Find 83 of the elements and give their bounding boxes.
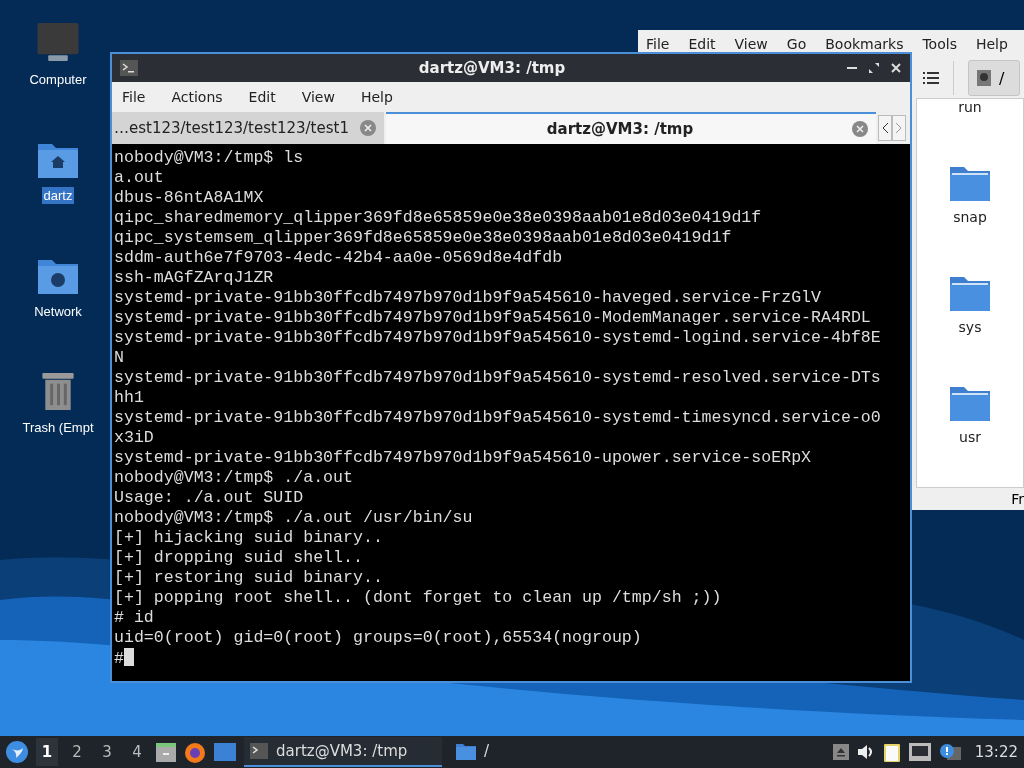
browser-icon[interactable]	[184, 741, 206, 763]
desktop-icon-label[interactable]: dartz	[41, 187, 75, 204]
workspace-button[interactable]: 3	[96, 738, 118, 766]
trash-icon[interactable]	[40, 370, 76, 411]
terminal-icon	[120, 60, 138, 76]
terminal-line: systemd-private-91bb30ffcdb7497b970d1b9f9a545610-ModemManager.service-RA4RDL	[114, 308, 871, 327]
terminal-icon	[250, 743, 268, 759]
terminal-line: [+] restoring suid binary..	[114, 568, 383, 587]
folder-label[interactable]: snap	[953, 209, 987, 225]
folder-icon[interactable]	[950, 385, 990, 421]
menu-item[interactable]: Edit	[248, 89, 276, 105]
folder-icon[interactable]	[950, 275, 990, 311]
terminal-line: systemd-private-91bb30ffcdb7497b970d1b9f9a545610-systemd-timesyncd.service-o0	[114, 408, 881, 427]
folder-label[interactable]: run	[958, 99, 982, 115]
terminal-line: uid=0(root) gid=0(root) groups=0(root),65534(nogroup)	[114, 628, 642, 647]
task-button[interactable]: dartz@VM3: /tmp	[244, 737, 442, 767]
terminal-line: systemd-private-91bb30ffcdb7497b970d1b9f9a545610-haveged.service-FrzGlV	[114, 288, 821, 307]
terminal-line: N	[114, 348, 124, 367]
menu-item[interactable]: View	[301, 89, 335, 105]
terminal-line: # id	[114, 608, 154, 627]
terminal-line: systemd-private-91bb30ffcdb7497b970d1b9f9a545610-systemd-logind.service-4bf8E	[114, 328, 881, 347]
terminal-line: [+] popping root shell.. (dont forget to clean up /tmp/sh ;))	[114, 588, 722, 607]
text-cursor	[123, 648, 134, 666]
terminal-line: [+] hijacking suid binary..	[114, 528, 383, 547]
menu-item[interactable]: Tools	[922, 36, 957, 56]
terminal-line: systemd-private-91bb30ffcdb7497b970d1b9f9a545610-systemd-resolved.service-DTs	[114, 368, 881, 387]
home-folder-icon[interactable]	[37, 141, 79, 179]
speaker-icon[interactable]	[856, 744, 875, 760]
terminal-line: hh1	[114, 388, 144, 407]
terminal-tab[interactable]: dartz@VM3: /tmp	[386, 112, 876, 144]
menu-item[interactable]: Edit	[688, 36, 716, 56]
menu-item[interactable]: Help	[360, 89, 393, 105]
clipboard-icon[interactable]	[882, 742, 901, 762]
task-button[interactable]: /	[450, 737, 496, 767]
terminal-line: dbus-86ntA8A1MX	[114, 188, 264, 207]
terminal-line: #	[114, 649, 124, 668]
path-button[interactable]: /	[968, 60, 1020, 96]
terminal-tab[interactable]: …est123/test123/test123/test1	[112, 112, 384, 144]
workspace-button[interactable]: 4	[126, 738, 148, 766]
terminal-line: ssh-mAGfZArqJ1ZR	[114, 268, 274, 287]
workspace-button[interactable]: 2	[66, 738, 88, 766]
close-icon[interactable]	[890, 62, 902, 74]
menu-item[interactable]: View	[734, 36, 768, 56]
network-icon[interactable]	[908, 743, 931, 761]
terminal-line: nobody@VM3:/tmp$ ./a.out /usr/bin/su	[114, 508, 473, 527]
window-title: dartz@VM3: /tmp	[417, 59, 567, 77]
network-folder-icon[interactable]	[37, 257, 79, 295]
status-text: Fr	[1011, 491, 1024, 507]
scroll-left-button[interactable]	[878, 115, 892, 141]
chevron-left-icon	[881, 122, 889, 134]
eject-icon[interactable]	[832, 744, 849, 760]
clock: 13:22	[974, 743, 1018, 761]
desktop-icon-label[interactable]: Computer	[27, 71, 89, 88]
folder-label[interactable]: usr	[959, 429, 981, 445]
drive-icon	[977, 70, 991, 86]
list-view-icon[interactable]	[923, 71, 939, 85]
menu-item[interactable]: File	[122, 89, 146, 105]
folder-label[interactable]: sys	[958, 319, 982, 335]
menu-item[interactable]: Help	[975, 36, 1008, 56]
terminal-line: a.out	[114, 168, 164, 187]
terminal-line: sddm-auth6e7f9703-4edc-42b4-aa0e-0569d8e4dfdb	[114, 248, 563, 267]
menu-item[interactable]: File	[646, 36, 670, 56]
workspace-button[interactable]: 1	[36, 738, 58, 766]
terminal-line: Usage: ./a.out SUID	[114, 488, 304, 507]
desktop-icon-label[interactable]: Trash (Empt	[20, 419, 96, 436]
terminal-line: qipc_sharedmemory_qlipper369fd8e65859e0e38e0398aab01e8d03e0419d1f	[114, 208, 762, 227]
start-menu-icon[interactable]	[6, 741, 28, 763]
file-cabinet-icon[interactable]	[156, 742, 176, 762]
chevron-right-icon	[895, 122, 903, 134]
menu-item[interactable]: Go	[786, 36, 807, 56]
terminal-line: systemd-private-91bb30ffcdb7497b970d1b9f9a545610-upower.service-soERpX	[114, 448, 812, 467]
folder-icon	[456, 742, 476, 760]
maximize-icon[interactable]	[868, 62, 880, 74]
menu-item[interactable]: Actions	[171, 89, 223, 105]
menu-item[interactable]: Bookmarks	[825, 36, 904, 56]
terminal-line: x3iD	[114, 428, 154, 447]
terminal-line: nobody@VM3:/tmp$ ls	[114, 148, 304, 167]
folder-icon[interactable]	[950, 165, 990, 201]
terminal-line: nobody@VM3:/tmp$ ./a.out	[114, 468, 353, 487]
terminal-line: qipc_systemsem_qlipper369fd8e65859e0e38e0398aab01e8d03e0419d1f	[114, 228, 732, 247]
notification-icon[interactable]	[938, 743, 961, 761]
terminal-line: [+] dropping suid shell..	[114, 548, 363, 567]
desktop-icon-label[interactable]: Network	[32, 303, 84, 320]
